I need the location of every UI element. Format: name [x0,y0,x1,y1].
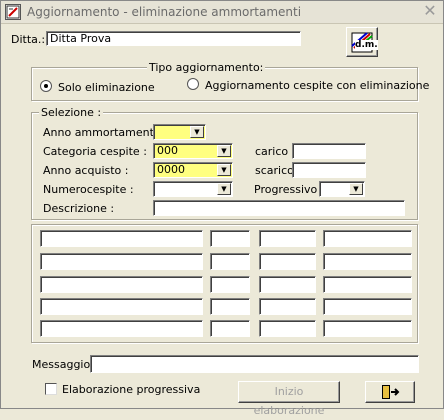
selezione-title: Selezione : [39,106,104,119]
categoria-cespite-label: Categoria cespite : [43,145,147,158]
grid-cell[interactable] [323,230,412,247]
dialog-window: Aggiornamento - eliminazione ammortament… [0,0,444,417]
exit-button[interactable] [365,381,415,403]
scarico-label: scarico [255,164,294,177]
radio-solo-eliminazione-label: Solo eliminazione [58,81,155,94]
anno-ammortamenti-label: Anno ammortamenti : [43,126,165,139]
grid-cell[interactable] [323,320,412,337]
grid-cell[interactable] [259,298,316,315]
grid-cell[interactable] [40,276,203,293]
app-icon [5,4,21,20]
grid-cell[interactable] [40,320,203,337]
anno-acquisto-label: Anno acquisto : [43,164,129,177]
elaborazione-progressiva-checkbox[interactable] [45,383,57,395]
chevron-down-icon[interactable]: ▼ [217,183,231,195]
grid-cell[interactable] [210,320,250,337]
grid-cell[interactable] [210,276,250,293]
grid-cell[interactable] [259,230,316,247]
grid-cell[interactable] [259,276,316,293]
descrizione-label: Descrizione : [43,202,115,215]
ditta-label: Ditta.: [11,33,46,46]
elaborazione-progressiva-label: Elaborazione progressiva [62,383,201,396]
grid-cell[interactable] [323,253,412,270]
ditta-value: Ditta Prova [50,32,112,45]
grid-cell[interactable] [259,320,316,337]
grid-cell[interactable] [323,298,412,315]
logo-text: d.m. [355,40,378,50]
exit-door-icon [382,385,400,399]
grid-cell[interactable] [210,298,250,315]
title-bar: Aggiornamento - eliminazione ammortament… [1,1,443,24]
carico-field[interactable] [292,143,366,159]
logo-button[interactable]: d.m. [346,27,378,57]
categoria-cespite-select[interactable]: 000 ▼ [153,143,233,159]
progressivo-label: Progressivo : [254,183,325,196]
anno-acquisto-select[interactable]: 0000 ▼ [153,162,233,178]
messaggio-field[interactable] [90,355,419,373]
grid-cell[interactable] [40,230,203,247]
chevron-down-icon[interactable]: ▼ [190,126,204,138]
chevron-down-icon[interactable]: ▼ [217,145,231,157]
grid-cell[interactable] [40,298,203,315]
tipo-aggiornamento-title: Tipo aggiornamento: [147,61,266,74]
radio-solo-eliminazione[interactable] [40,80,52,92]
numerocespite-select[interactable]: ▼ [153,181,233,197]
chevron-down-icon[interactable]: ▼ [349,183,363,195]
grid-cell[interactable] [259,253,316,270]
radio-aggiornamento-cespite-label: Aggiornamento cespite con eliminazione [205,79,430,92]
window-title: Aggiornamento - eliminazione ammortament… [27,5,302,19]
numerocespite-label: Numerocespite : [43,183,134,196]
scarico-field[interactable] [292,162,366,178]
grid-cell[interactable] [323,276,412,293]
radio-aggiornamento-cespite[interactable] [187,78,199,90]
progressivo-select[interactable]: ▼ [319,181,365,197]
messaggio-label: Messaggio: [32,358,94,371]
grid-cell[interactable] [210,230,250,247]
carico-label: carico [255,145,289,158]
anno-ammortamenti-select[interactable]: ▼ [153,124,206,140]
grid-cell[interactable] [40,253,203,270]
categoria-cespite-value: 000 [157,144,178,157]
chevron-down-icon[interactable]: ▼ [217,164,231,176]
ditta-field[interactable]: Ditta Prova [46,31,301,46]
close-icon[interactable]: ✕ [421,2,439,20]
grid-cell[interactable] [210,253,250,270]
inizio-elaborazione-button[interactable]: Inizio elaborazione [238,381,340,417]
descrizione-field[interactable] [153,200,405,216]
anno-acquisto-value: 0000 [157,163,185,176]
